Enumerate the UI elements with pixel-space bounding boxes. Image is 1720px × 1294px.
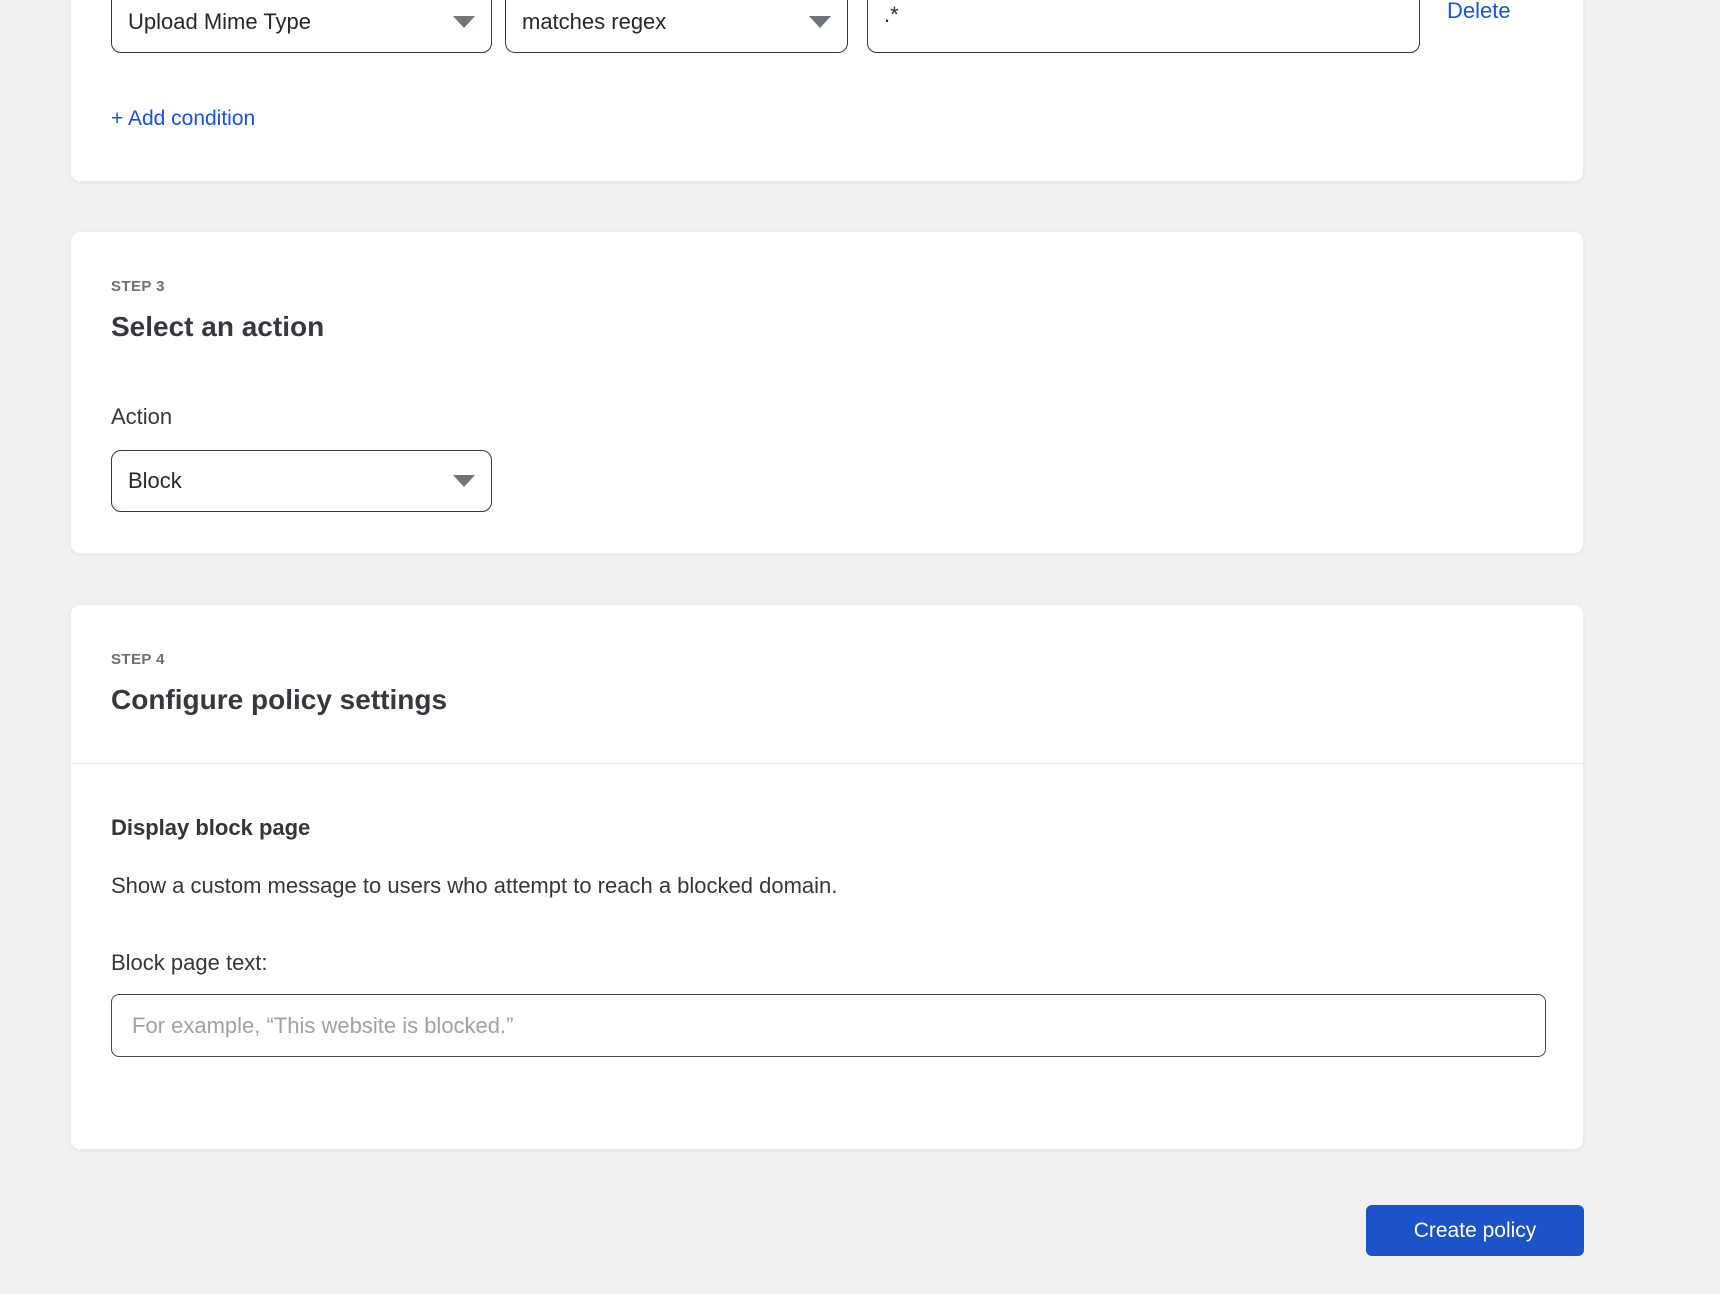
- action-select-value: Block: [128, 468, 182, 494]
- condition-operator-value: matches regex: [522, 9, 666, 35]
- step4-step-label: STEP 4: [111, 651, 1543, 669]
- step3-title: Select an action: [111, 310, 1543, 344]
- step4-header: STEP 4 Configure policy settings: [71, 605, 1583, 717]
- condition-type-value: Upload Mime Type: [128, 9, 311, 35]
- create-policy-button-label: Create policy: [1414, 1219, 1537, 1243]
- add-condition-link[interactable]: + Add condition: [111, 107, 255, 131]
- block-page-section: Display block page Show a custom message…: [71, 764, 1583, 1057]
- block-page-text-label: Block page text:: [111, 950, 1543, 976]
- chevron-down-icon: [453, 475, 475, 487]
- step4-card: STEP 4 Configure policy settings Display…: [70, 604, 1584, 1150]
- condition-value-input[interactable]: .*: [867, 0, 1420, 53]
- condition-type-select[interactable]: Upload Mime Type: [111, 0, 492, 53]
- chevron-down-icon: [809, 16, 831, 28]
- create-policy-button[interactable]: Create policy: [1366, 1205, 1584, 1256]
- condition-row: Upload Mime Type matches regex .* Delete: [111, 0, 1543, 53]
- display-block-page-heading: Display block page: [111, 814, 1543, 842]
- step3-step-label: STEP 3: [111, 278, 1543, 296]
- step3-card: STEP 3 Select an action Action Block: [70, 231, 1584, 554]
- step4-title: Configure policy settings: [111, 683, 1543, 717]
- condition-card: Upload Mime Type matches regex .* Delete…: [70, 0, 1584, 182]
- action-field-label: Action: [111, 404, 1543, 430]
- delete-condition-link[interactable]: Delete: [1447, 0, 1511, 25]
- chevron-down-icon: [453, 16, 475, 28]
- condition-operator-select[interactable]: matches regex: [505, 0, 848, 53]
- block-page-text-input[interactable]: [111, 994, 1546, 1057]
- step3-header: STEP 3 Select an action Action Block: [71, 232, 1583, 512]
- display-block-page-description: Show a custom message to users who attem…: [111, 872, 1543, 900]
- action-select[interactable]: Block: [111, 450, 492, 512]
